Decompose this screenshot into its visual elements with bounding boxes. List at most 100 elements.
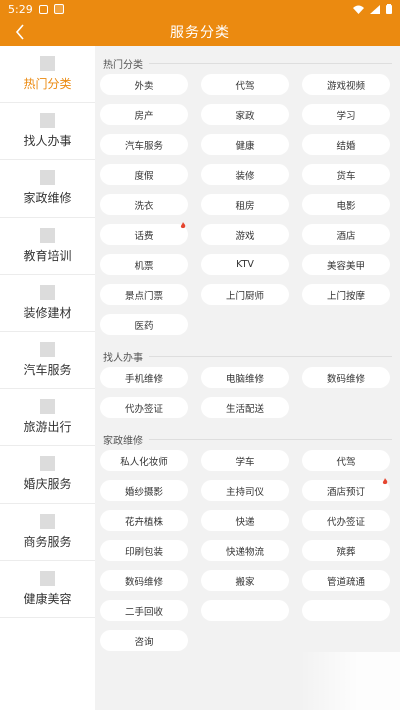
service-chip[interactable]: 电影 <box>302 194 390 215</box>
app-bar: 服务分类 <box>0 18 400 46</box>
sidebar-item-label: 教育培训 <box>23 248 72 263</box>
hot-flame-icon <box>382 478 388 485</box>
service-chip[interactable]: 代驾 <box>201 74 289 95</box>
service-chip[interactable]: 婚纱摄影 <box>100 480 188 501</box>
sidebar-item-auto[interactable]: 汽车服务 <box>0 332 95 390</box>
service-chip[interactable]: 殡葬 <box>302 540 390 561</box>
service-chip[interactable] <box>201 600 289 621</box>
service-chip-label: 数码维修 <box>326 373 365 385</box>
service-chip[interactable]: 美容美甲 <box>302 254 390 275</box>
service-chip[interactable] <box>302 600 390 621</box>
service-chip[interactable]: 酒店 <box>302 224 390 245</box>
service-chip[interactable]: 景点门票 <box>100 284 188 305</box>
service-chip[interactable]: 印刷包装 <box>100 540 188 561</box>
service-chip-label: 主持司仪 <box>225 486 264 498</box>
service-chip-label: 代驾 <box>336 456 356 468</box>
sidebar-item-housekeeping[interactable]: 家政维修 <box>0 160 95 218</box>
service-chip[interactable]: 游戏 <box>201 224 289 245</box>
divider <box>149 62 392 64</box>
service-chip[interactable]: 医药 <box>100 314 188 335</box>
category-image-placeholder <box>40 284 55 300</box>
service-chip[interactable]: 汽车服务 <box>100 134 188 155</box>
sidebar-item-renovation[interactable]: 装修建材 <box>0 275 95 332</box>
category-image-placeholder <box>40 570 55 586</box>
service-chip-label: KTV <box>236 259 254 270</box>
service-chip[interactable]: 搬家 <box>201 570 289 591</box>
service-chip-label: 外卖 <box>134 80 154 92</box>
service-chip[interactable]: 私人化妆师 <box>100 450 188 471</box>
service-chip[interactable]: 上门厨师 <box>201 284 289 305</box>
service-chip[interactable]: 代办签证 <box>100 397 188 418</box>
category-image-placeholder <box>40 56 55 72</box>
service-chip[interactable]: 手机维修 <box>100 367 188 388</box>
service-chip[interactable]: 电脑维修 <box>201 367 289 388</box>
service-chip[interactable]: 快递 <box>201 510 289 531</box>
service-chip[interactable]: 上门按摩 <box>302 284 390 305</box>
service-chip-label: 电脑维修 <box>225 373 264 385</box>
service-chip-label: 代办签证 <box>124 403 163 415</box>
service-chip[interactable]: 结婚 <box>302 134 390 155</box>
sidebar-item-errands[interactable]: 找人办事 <box>0 103 95 161</box>
service-chip[interactable]: 二手回收 <box>100 600 188 621</box>
category-image-placeholder <box>40 513 55 529</box>
sidebar-item-health[interactable]: 健康美容 <box>0 561 95 618</box>
status-time: 5:29 <box>8 2 33 16</box>
service-chip[interactable]: 健康 <box>201 134 289 155</box>
divider <box>149 438 392 440</box>
service-chip[interactable]: 数码维修 <box>302 367 390 388</box>
service-chip-label: 货车 <box>336 170 356 182</box>
service-chip-label: 快递物流 <box>225 546 264 558</box>
service-chip[interactable]: 学习 <box>302 104 390 125</box>
service-chip-label: 快递 <box>235 516 255 528</box>
category-image-placeholder <box>40 113 55 129</box>
service-chip[interactable]: 度假 <box>100 164 188 185</box>
service-chip[interactable]: 装修 <box>201 164 289 185</box>
category-image-placeholder <box>40 456 55 472</box>
section-header: 家政维修 <box>95 428 400 450</box>
service-chip[interactable]: 生活配送 <box>201 397 289 418</box>
service-chip[interactable]: KTV <box>201 254 289 275</box>
fade-overlay <box>300 652 400 710</box>
sidebar-item-wedding[interactable]: 婚庆服务 <box>0 446 95 504</box>
sidebar-item-travel[interactable]: 旅游出行 <box>0 389 95 447</box>
service-chip-label: 代驾 <box>235 80 255 92</box>
service-chip[interactable]: 洗衣 <box>100 194 188 215</box>
service-chip-label: 医药 <box>134 320 154 332</box>
sidebar-item-label: 汽车服务 <box>23 363 72 378</box>
service-chip[interactable]: 主持司仪 <box>201 480 289 501</box>
service-chip[interactable]: 学车 <box>201 450 289 471</box>
service-chip-label: 话费 <box>134 230 154 242</box>
service-chip[interactable]: 房产 <box>100 104 188 125</box>
sidebar-item-education[interactable]: 教育培训 <box>0 218 95 275</box>
service-chip[interactable]: 咨询 <box>100 630 188 651</box>
service-chip-label: 美容美甲 <box>326 260 365 272</box>
service-chip[interactable]: 代办签证 <box>302 510 390 531</box>
sidebar-item-label: 旅游出行 <box>23 420 72 435</box>
service-chip[interactable]: 管道疏通 <box>302 570 390 591</box>
service-chip[interactable]: 游戏视频 <box>302 74 390 95</box>
sidebar-item-hot[interactable]: 热门分类 <box>0 46 95 104</box>
service-chip[interactable]: 快递物流 <box>201 540 289 561</box>
chevron-left-icon <box>15 24 24 40</box>
service-chip[interactable]: 租房 <box>201 194 289 215</box>
service-chip-label: 管道疏通 <box>326 576 365 588</box>
service-chip-label: 房产 <box>134 110 154 122</box>
service-chip[interactable]: 机票 <box>100 254 188 275</box>
service-chip[interactable]: 花卉植株 <box>100 510 188 531</box>
sidebar-item-label: 热门分类 <box>23 77 72 92</box>
service-chip-label: 数码维修 <box>124 576 163 588</box>
category-image-placeholder <box>40 227 55 243</box>
category-image-placeholder <box>40 342 55 358</box>
service-chip[interactable]: 家政 <box>201 104 289 125</box>
service-chip-label: 健康 <box>235 140 255 152</box>
service-chip-label: 生活配送 <box>225 403 264 415</box>
service-chip[interactable]: 代驾 <box>302 450 390 471</box>
service-chip[interactable]: 酒店预订 <box>302 478 390 501</box>
service-chip[interactable]: 外卖 <box>100 74 188 95</box>
sidebar-item-business[interactable]: 商务服务 <box>0 504 95 561</box>
back-button[interactable] <box>10 22 30 42</box>
hot-flame-icon <box>180 222 186 229</box>
service-chip[interactable]: 货车 <box>302 164 390 185</box>
service-chip[interactable]: 话费 <box>100 222 188 245</box>
service-chip[interactable]: 数码维修 <box>100 570 188 591</box>
